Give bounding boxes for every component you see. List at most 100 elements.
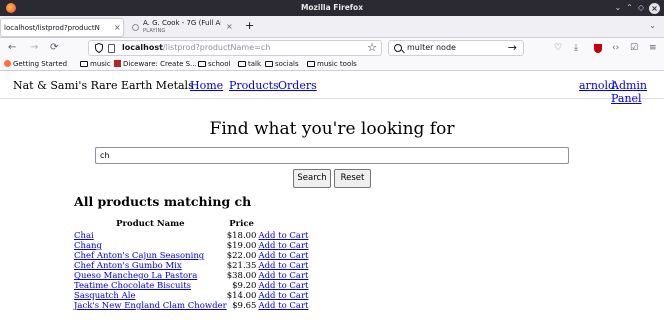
tab-label: A. G. Cook - 7G (Full Albu <box>143 19 221 27</box>
bookmark-getting-started[interactable]: Getting Started <box>4 59 67 69</box>
downloads-icon[interactable]: ⤓ <box>574 42 578 54</box>
table-row: Chef Anton's Gumbo Mix $21.35 Add to Car… <box>74 261 308 271</box>
table-row: Sasquatch Ale $14.00 Add to Cart <box>74 291 308 301</box>
bookmarks-toolbar: Getting Started music Diceware: Create S… <box>0 58 664 71</box>
add-to-cart-link[interactable]: Add to Cart <box>258 301 308 311</box>
add-to-cart-link[interactable]: Add to Cart <box>258 231 308 241</box>
results-title: All products matching ch <box>74 194 252 209</box>
bookmark-music[interactable]: music <box>80 59 111 69</box>
column-header-cart <box>256 219 308 231</box>
product-name-link[interactable]: Chang <box>74 241 102 251</box>
search-bar[interactable]: multer node → <box>388 40 524 56</box>
product-name-link[interactable]: Teatime Chocolate Biscuits <box>74 281 191 291</box>
product-price: $9.65 <box>232 301 257 311</box>
product-name-link[interactable]: Chef Anton's Gumbo Mix <box>74 261 182 271</box>
search-go-icon[interactable]: → <box>508 41 517 54</box>
product-name-link[interactable]: Sasquatch Ale <box>74 291 135 301</box>
forward-icon[interactable]: → <box>30 41 38 55</box>
product-price: $38.00 <box>226 271 257 281</box>
tab-list-chevron-icon[interactable]: ⌄ <box>649 21 656 30</box>
tab-strip: localhost/listprod?productN × A. G. Cook… <box>0 16 664 38</box>
table-row: Teatime Chocolate Biscuits $9.20 Add to … <box>74 281 308 291</box>
reset-button[interactable]: Reset <box>334 169 371 188</box>
menu-icon[interactable]: ≡ <box>649 42 657 54</box>
window-controls: ⌄ ⌃ ◇ × <box>614 2 660 14</box>
developer-tools-icon[interactable]: ‹› <box>612 42 619 54</box>
maximize-icon[interactable]: ⌃ <box>626 2 633 14</box>
search-button[interactable]: Search <box>293 169 331 188</box>
folder-icon <box>80 61 88 67</box>
shield-icon[interactable] <box>95 43 103 53</box>
restore-icon[interactable]: ◇ <box>638 2 644 14</box>
navigation-toolbar: ← → ⟳ localhost/listprod?productName=ch … <box>0 38 664 58</box>
add-to-cart-link[interactable]: Add to Cart <box>258 271 308 281</box>
url-bar[interactable]: localhost/listprod?productName=ch ☆ <box>88 40 382 56</box>
nav-admin-panel-link[interactable]: Admin Panel <box>611 79 664 105</box>
add-to-cart-link[interactable]: Add to Cart <box>258 261 308 271</box>
table-row: Jack's New England Clam Chowder $9.65 Ad… <box>74 301 308 311</box>
table-header-row: Product Name Price <box>74 219 308 231</box>
product-price: $21.35 <box>226 261 257 271</box>
tab-listprod[interactable]: localhost/listprod?productN × <box>0 18 124 37</box>
product-price: $19.00 <box>226 241 257 251</box>
bookmark-talk[interactable]: talk <box>238 59 261 69</box>
nav-products-link[interactable]: Products <box>229 79 279 92</box>
url-text[interactable]: localhost/listprod?productName=ch <box>122 43 270 52</box>
folder-icon <box>307 61 315 67</box>
add-to-cart-link[interactable]: Add to Cart <box>258 291 308 301</box>
product-search-input[interactable]: ch <box>95 147 569 164</box>
table-row: Queso Manchego La Pastora $38.00 Add to … <box>74 271 308 281</box>
folder-icon <box>198 61 206 67</box>
back-icon[interactable]: ← <box>8 41 16 55</box>
tab-favicon-icon <box>132 24 139 31</box>
diceware-icon <box>114 60 121 67</box>
extensions-icon[interactable]: ☑ <box>630 42 638 54</box>
search-bar-value[interactable]: multer node <box>407 43 456 52</box>
add-to-cart-link[interactable]: Add to Cart <box>258 251 308 261</box>
table-row: Chef Anton's Cajun Seasoning $22.00 Add … <box>74 251 308 261</box>
table-row: Chang $19.00 Add to Cart <box>74 241 308 251</box>
bookmark-star-icon[interactable]: ☆ <box>367 41 377 54</box>
product-price: $22.00 <box>226 251 257 261</box>
tab-playing-label: PLAYING <box>143 28 166 34</box>
site-navbar: Nat & Sami's Rare Earth Metals Home Prod… <box>0 71 664 105</box>
minimize-icon[interactable]: ⌄ <box>614 2 621 14</box>
window-titlebar: Mozilla Firefox ⌄ ⌃ ◇ × <box>0 0 664 16</box>
product-name-link[interactable]: Chai <box>74 231 94 241</box>
add-to-cart-link[interactable]: Add to Cart <box>258 281 308 291</box>
product-price: $18.00 <box>226 231 257 241</box>
pocket-icon[interactable]: ♡ <box>554 42 562 54</box>
page-icon <box>108 44 115 53</box>
product-price: $14.00 <box>226 291 257 301</box>
products-table: Product Name Price Chai $18.00 Add to Ca… <box>74 219 308 311</box>
nav-orders-link[interactable]: Orders <box>278 79 317 92</box>
reload-icon[interactable]: ⟳ <box>50 41 58 55</box>
product-name-link[interactable]: Chef Anton's Cajun Seasoning <box>74 251 204 261</box>
search-icon <box>394 44 402 52</box>
folder-icon <box>238 61 246 67</box>
new-tab-icon[interactable]: + <box>245 19 254 32</box>
tab-label: localhost/listprod?productN <box>4 24 100 32</box>
product-name-link[interactable]: Jack's New England Clam Chowder <box>74 301 227 311</box>
bookmark-school[interactable]: school <box>198 59 230 69</box>
bookmark-diceware[interactable]: Diceware: Create S... <box>114 59 197 69</box>
nav-home-link[interactable]: Home <box>190 79 223 92</box>
bookmark-socials[interactable]: socials <box>265 59 299 69</box>
page-heading: Find what you're looking for <box>209 119 455 139</box>
table-row: Chai $18.00 Add to Cart <box>74 231 308 241</box>
ublock-icon[interactable] <box>594 44 602 53</box>
close-window-icon[interactable]: × <box>649 2 660 14</box>
nav-user-link[interactable]: arnold <box>579 79 615 92</box>
window-title: Mozilla Firefox <box>300 3 364 12</box>
tab-close-icon[interactable]: × <box>226 22 233 31</box>
bookmark-music-tools[interactable]: music tools <box>307 59 357 69</box>
column-header-product-name: Product Name <box>116 219 185 229</box>
tab-close-icon[interactable]: × <box>114 23 121 32</box>
column-header-price: Price <box>229 219 254 229</box>
product-price: $9.20 <box>232 281 257 291</box>
tab-music[interactable]: A. G. Cook - 7G (Full Albu PLAYING × <box>128 18 240 37</box>
page-content: Nat & Sami's Rare Earth Metals Home Prod… <box>0 71 664 322</box>
product-name-link[interactable]: Queso Manchego La Pastora <box>74 271 197 281</box>
add-to-cart-link[interactable]: Add to Cart <box>258 241 308 251</box>
site-brand: Nat & Sami's Rare Earth Metals <box>13 79 194 92</box>
